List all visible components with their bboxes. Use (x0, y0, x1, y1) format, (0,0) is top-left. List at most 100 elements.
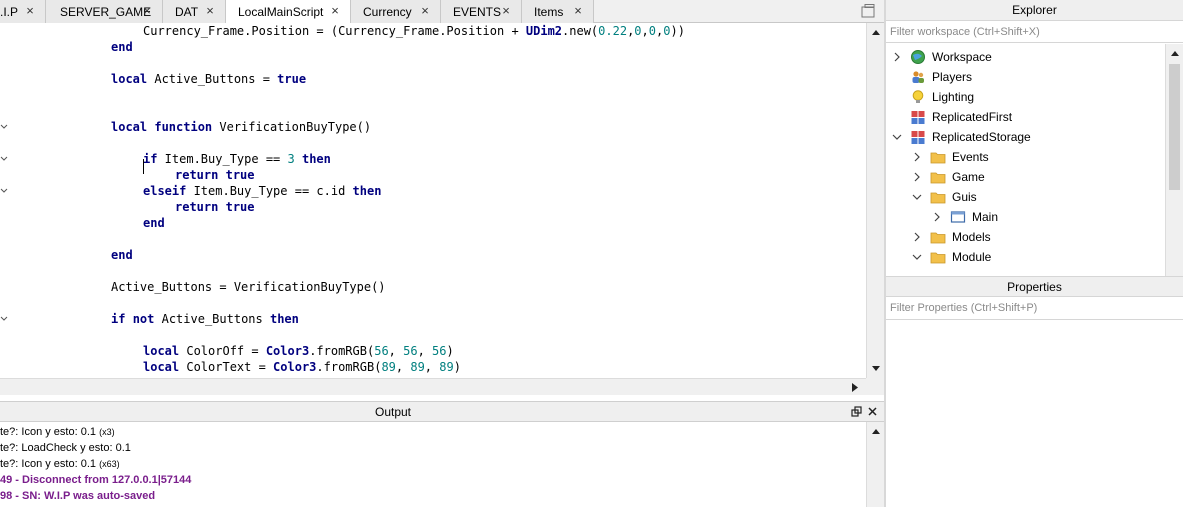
code-token: 56 (374, 344, 389, 358)
tree-item-label: Lighting (932, 90, 975, 104)
code-token: 0 (634, 24, 642, 38)
fold-chevron-icon[interactable] (0, 119, 10, 135)
chevron-right-icon[interactable] (912, 147, 922, 167)
code-text: local function VerificationBuyType() (111, 119, 371, 135)
properties-filter-box[interactable] (886, 298, 1183, 320)
tab-server-game[interactable]: SERVER_GAME × (46, 0, 163, 23)
output-title: Output (374, 405, 412, 419)
editor-horizontal-scrollbar[interactable] (0, 378, 866, 395)
tree-item-label: Main (972, 210, 999, 224)
chevron-right-icon[interactable] (932, 207, 942, 227)
chevron-down-icon[interactable] (912, 187, 922, 207)
explorer-filter-box[interactable] (886, 22, 1183, 43)
chevron-right-icon[interactable] (912, 227, 922, 247)
tree-item-main[interactable]: Main (886, 207, 1165, 227)
scrollbar-thumb[interactable] (1169, 64, 1180, 190)
fold-chevron-icon[interactable] (0, 311, 10, 327)
explorer-filter-input[interactable] (890, 26, 1170, 38)
chevron-right-icon[interactable] (912, 167, 922, 187)
code-editor[interactable]: Currency_Frame.Position = (Currency_Fram… (0, 23, 866, 378)
tab-wip[interactable]: .I.P × (0, 0, 46, 23)
code-text: end (111, 39, 133, 55)
code-token: Item.Buy_Type == (157, 152, 288, 166)
code-token: local (143, 360, 180, 374)
scroll-down-arrow-icon[interactable] (868, 362, 884, 374)
scroll-up-arrow-icon[interactable] (868, 27, 884, 39)
tab-localmainscript[interactable]: LocalMainScript × (226, 0, 351, 24)
code-token: return (175, 168, 219, 182)
code-token: ColorOff = (179, 344, 266, 358)
code-line: local ColorText = Color3.fromRGB(89, 89,… (0, 359, 850, 375)
restore-window-icon[interactable] (860, 3, 876, 19)
explorer-vertical-scrollbar[interactable] (1165, 44, 1183, 276)
replicated-icon (911, 131, 925, 144)
editor-vertical-scrollbar[interactable] (866, 23, 884, 378)
output-panel-header: Output (0, 401, 884, 422)
fold-chevron-icon[interactable] (0, 151, 10, 167)
scroll-up-arrow-icon[interactable] (1167, 48, 1183, 60)
tab-events[interactable]: EVENTS × (441, 0, 522, 23)
close-icon[interactable]: × (328, 4, 342, 18)
explorer-tree: Workspace Players Lighting ReplicatedFirst R… (886, 44, 1165, 276)
tree-item-replicatedstorage[interactable]: ReplicatedStorage (886, 127, 1165, 147)
code-line: return true (0, 199, 850, 215)
scroll-right-arrow-icon[interactable] (848, 381, 862, 394)
code-token: not (132, 312, 155, 326)
tree-item-guis[interactable]: Guis (886, 187, 1165, 207)
chevron-down-icon[interactable] (892, 127, 902, 147)
code-token: Active_Buttons = (147, 72, 278, 86)
output-line-text: te?: Icon y esto: 0.1 (0, 458, 97, 470)
code-token: 0.22 (598, 24, 628, 38)
tree-item-label: Events (952, 150, 989, 164)
code-token: true (277, 72, 307, 86)
output-line: 49 - Disconnect from 127.0.0.1|57144 (0, 472, 191, 488)
tree-item-label: ReplicatedFirst (932, 110, 1013, 124)
tree-item-label: Game (952, 170, 985, 184)
float-panel-icon[interactable] (851, 406, 862, 417)
close-icon[interactable]: × (140, 4, 154, 18)
tree-item-models[interactable]: Models (886, 227, 1165, 247)
close-icon[interactable] (867, 406, 878, 417)
close-icon[interactable]: × (418, 4, 432, 18)
chevron-right-icon[interactable] (892, 47, 902, 67)
close-icon[interactable]: × (23, 4, 37, 18)
close-icon[interactable]: × (203, 4, 217, 18)
folder-icon (930, 232, 946, 244)
tree-item-module[interactable]: Module (886, 247, 1165, 267)
tree-item-events[interactable]: Events (886, 147, 1165, 167)
tree-item-game[interactable]: Game (886, 167, 1165, 187)
output-line: 98 - SN: W.I.P was auto-saved (0, 488, 155, 504)
tree-item-lighting[interactable]: Lighting (886, 87, 1165, 107)
close-icon[interactable]: × (499, 4, 513, 18)
code-token: .new( (562, 24, 599, 38)
script-tab-bar: .I.P × SERVER_GAME × DAT × LocalMainScri… (0, 0, 884, 24)
tab-dat[interactable]: DAT × (163, 0, 226, 23)
code-token: function (154, 120, 213, 134)
scroll-up-arrow-icon[interactable] (868, 426, 884, 438)
properties-filter-input[interactable] (890, 302, 1170, 314)
code-token: UDim2 (525, 24, 563, 38)
chevron-down-icon[interactable] (912, 247, 922, 267)
tree-item-label: Models (952, 230, 991, 244)
code-token: end (111, 248, 133, 262)
tree-item-replicatedfirst[interactable]: ReplicatedFirst (886, 107, 1165, 127)
code-token: 56 (432, 344, 447, 358)
fold-chevron-icon[interactable] (0, 183, 10, 199)
output-vertical-scrollbar[interactable] (866, 422, 884, 507)
folder-icon (930, 172, 946, 184)
code-text: if Item.Buy_Type == 3 then (143, 151, 331, 167)
tab-currency[interactable]: Currency × (351, 0, 441, 23)
output-line-count: (x63) (99, 459, 120, 469)
close-icon[interactable]: × (571, 4, 585, 18)
tree-item-players[interactable]: Players (886, 67, 1165, 87)
tab-items[interactable]: Items × (522, 0, 594, 23)
folder-icon (930, 152, 946, 164)
tree-item-workspace[interactable]: Workspace (886, 47, 1165, 67)
text-caret (143, 159, 144, 174)
